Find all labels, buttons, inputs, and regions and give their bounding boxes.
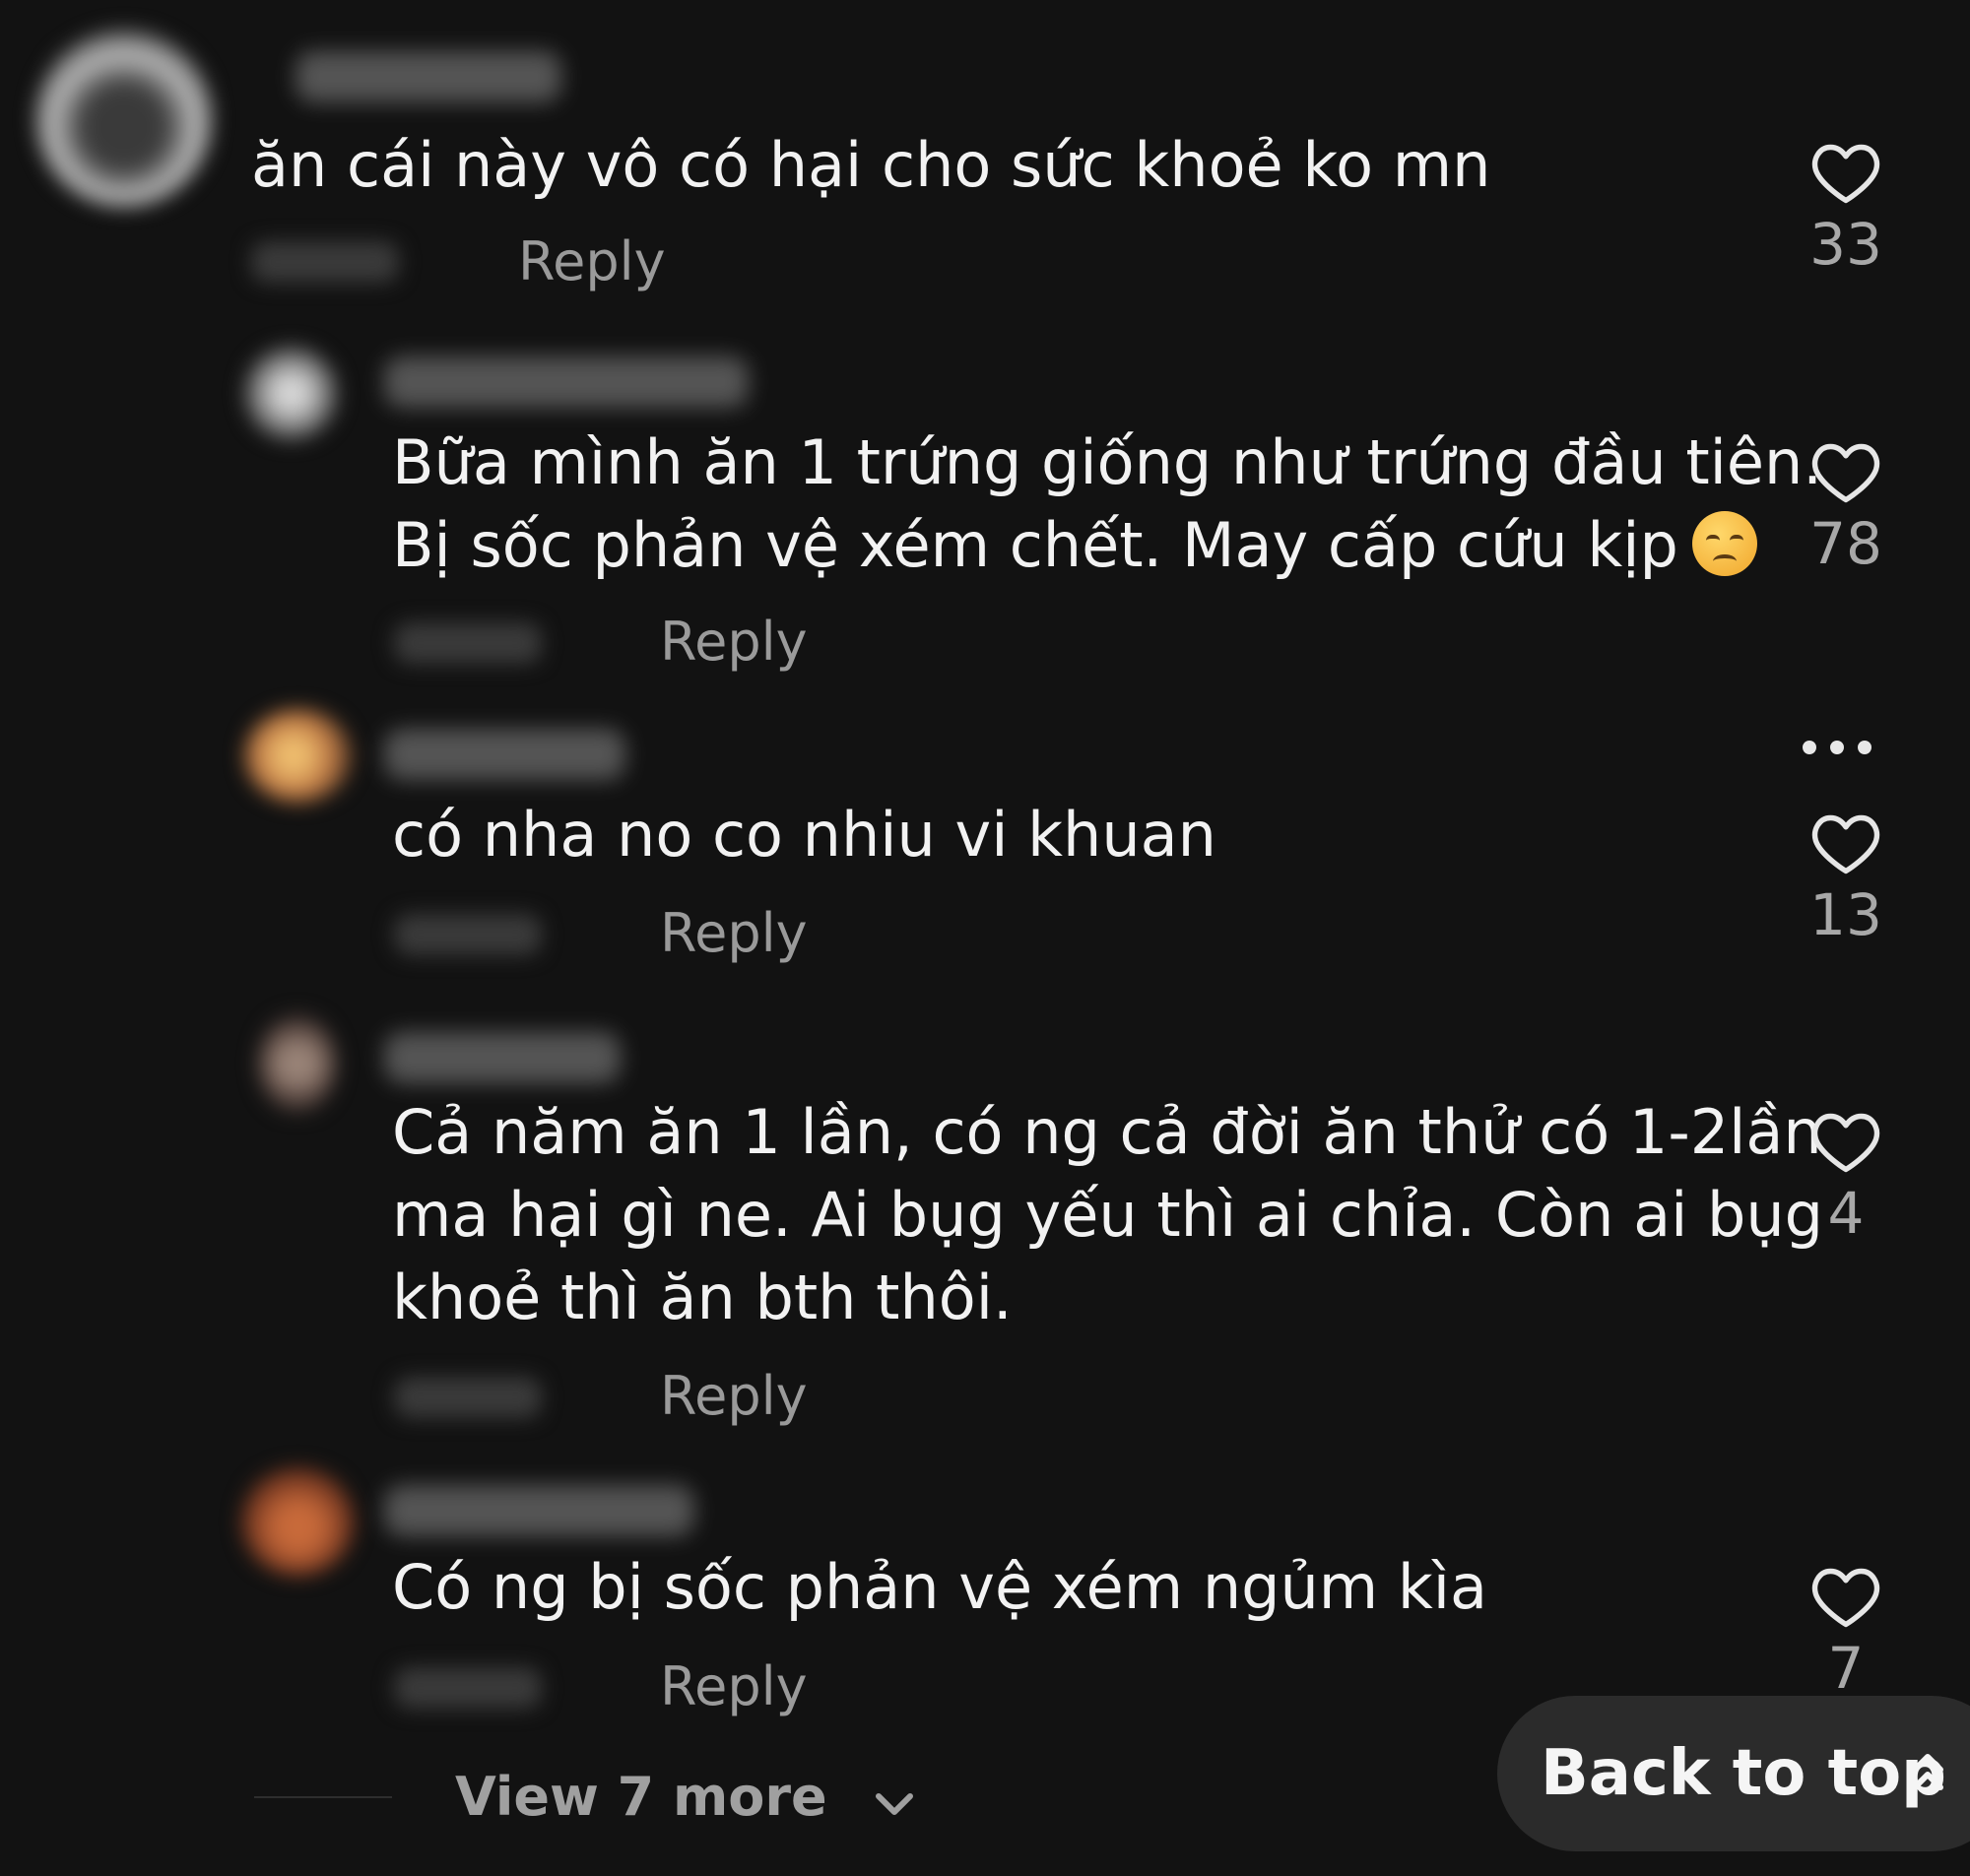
avatar[interactable] [244,709,353,803]
like-count: 7 [1827,1635,1865,1702]
comment-text: Có ng bị sốc phản vệ xém ngủm kìa [392,1551,1488,1623]
comment-text: Bữa mình ăn 1 trứng giống như trứng đầu … [392,426,1823,581]
timestamp-blurred [251,241,399,283]
view-more-label: View 7 more [455,1766,827,1828]
comment-text: Cả năm ăn 1 lần, có ng cả đời ăn thử có … [392,1096,1824,1333]
heart-outline-icon[interactable] [1809,140,1882,205]
like-count: 78 [1809,510,1882,577]
back-to-top-button[interactable]: Back to top [1497,1696,1970,1851]
reply-button[interactable]: Reply [660,1367,808,1426]
divider [254,1796,392,1798]
reply-button[interactable]: Reply [518,232,666,291]
back-to-top-label: Back to top [1541,1737,1946,1810]
avatar[interactable] [35,30,213,207]
timestamp-blurred [394,914,542,955]
timestamp-blurred [394,622,542,664]
timestamp-blurred [394,1667,542,1709]
more-options-icon[interactable] [1803,741,1872,754]
avatar[interactable] [241,1467,355,1576]
username-blurred[interactable] [384,356,749,408]
chevron-down-icon [875,1766,914,1835]
avatar[interactable] [258,1014,337,1113]
reply-button[interactable]: Reply [660,1657,808,1716]
like-count: 33 [1809,211,1882,278]
weary-face-emoji [1691,511,1757,576]
username-blurred[interactable] [296,51,561,102]
comment-text: ăn cái này vô có hại cho sức khoẻ ko mn [251,129,1491,201]
username-blurred[interactable] [384,1485,694,1536]
reply-button[interactable]: Reply [660,904,808,963]
reply-button[interactable]: Reply [660,613,808,672]
like-button[interactable]: 78 [1806,439,1885,575]
timestamp-blurred [394,1377,542,1418]
comment-text: có nha no co nhiu vi khuan [392,799,1216,871]
like-button[interactable]: 33 [1806,140,1885,276]
heart-outline-icon[interactable] [1809,439,1882,504]
like-button[interactable]: 13 [1806,810,1885,946]
like-button[interactable]: 7 [1806,1564,1885,1700]
heart-outline-icon[interactable] [1809,810,1882,875]
username-blurred[interactable] [384,1032,621,1083]
comments-screen: { "comments": [ { "text": "ăn cái này vô… [0,0,1970,1876]
heart-outline-icon[interactable] [1809,1564,1882,1629]
view-more-replies-button[interactable]: View 7 more [455,1763,914,1835]
username-blurred[interactable] [384,729,625,780]
like-count: 13 [1809,881,1882,948]
like-count: 4 [1827,1180,1865,1247]
like-button[interactable]: 4 [1806,1109,1885,1245]
avatar[interactable] [244,347,338,440]
double-chevron-up-icon [1911,1750,1944,1799]
heart-outline-icon[interactable] [1809,1109,1882,1174]
